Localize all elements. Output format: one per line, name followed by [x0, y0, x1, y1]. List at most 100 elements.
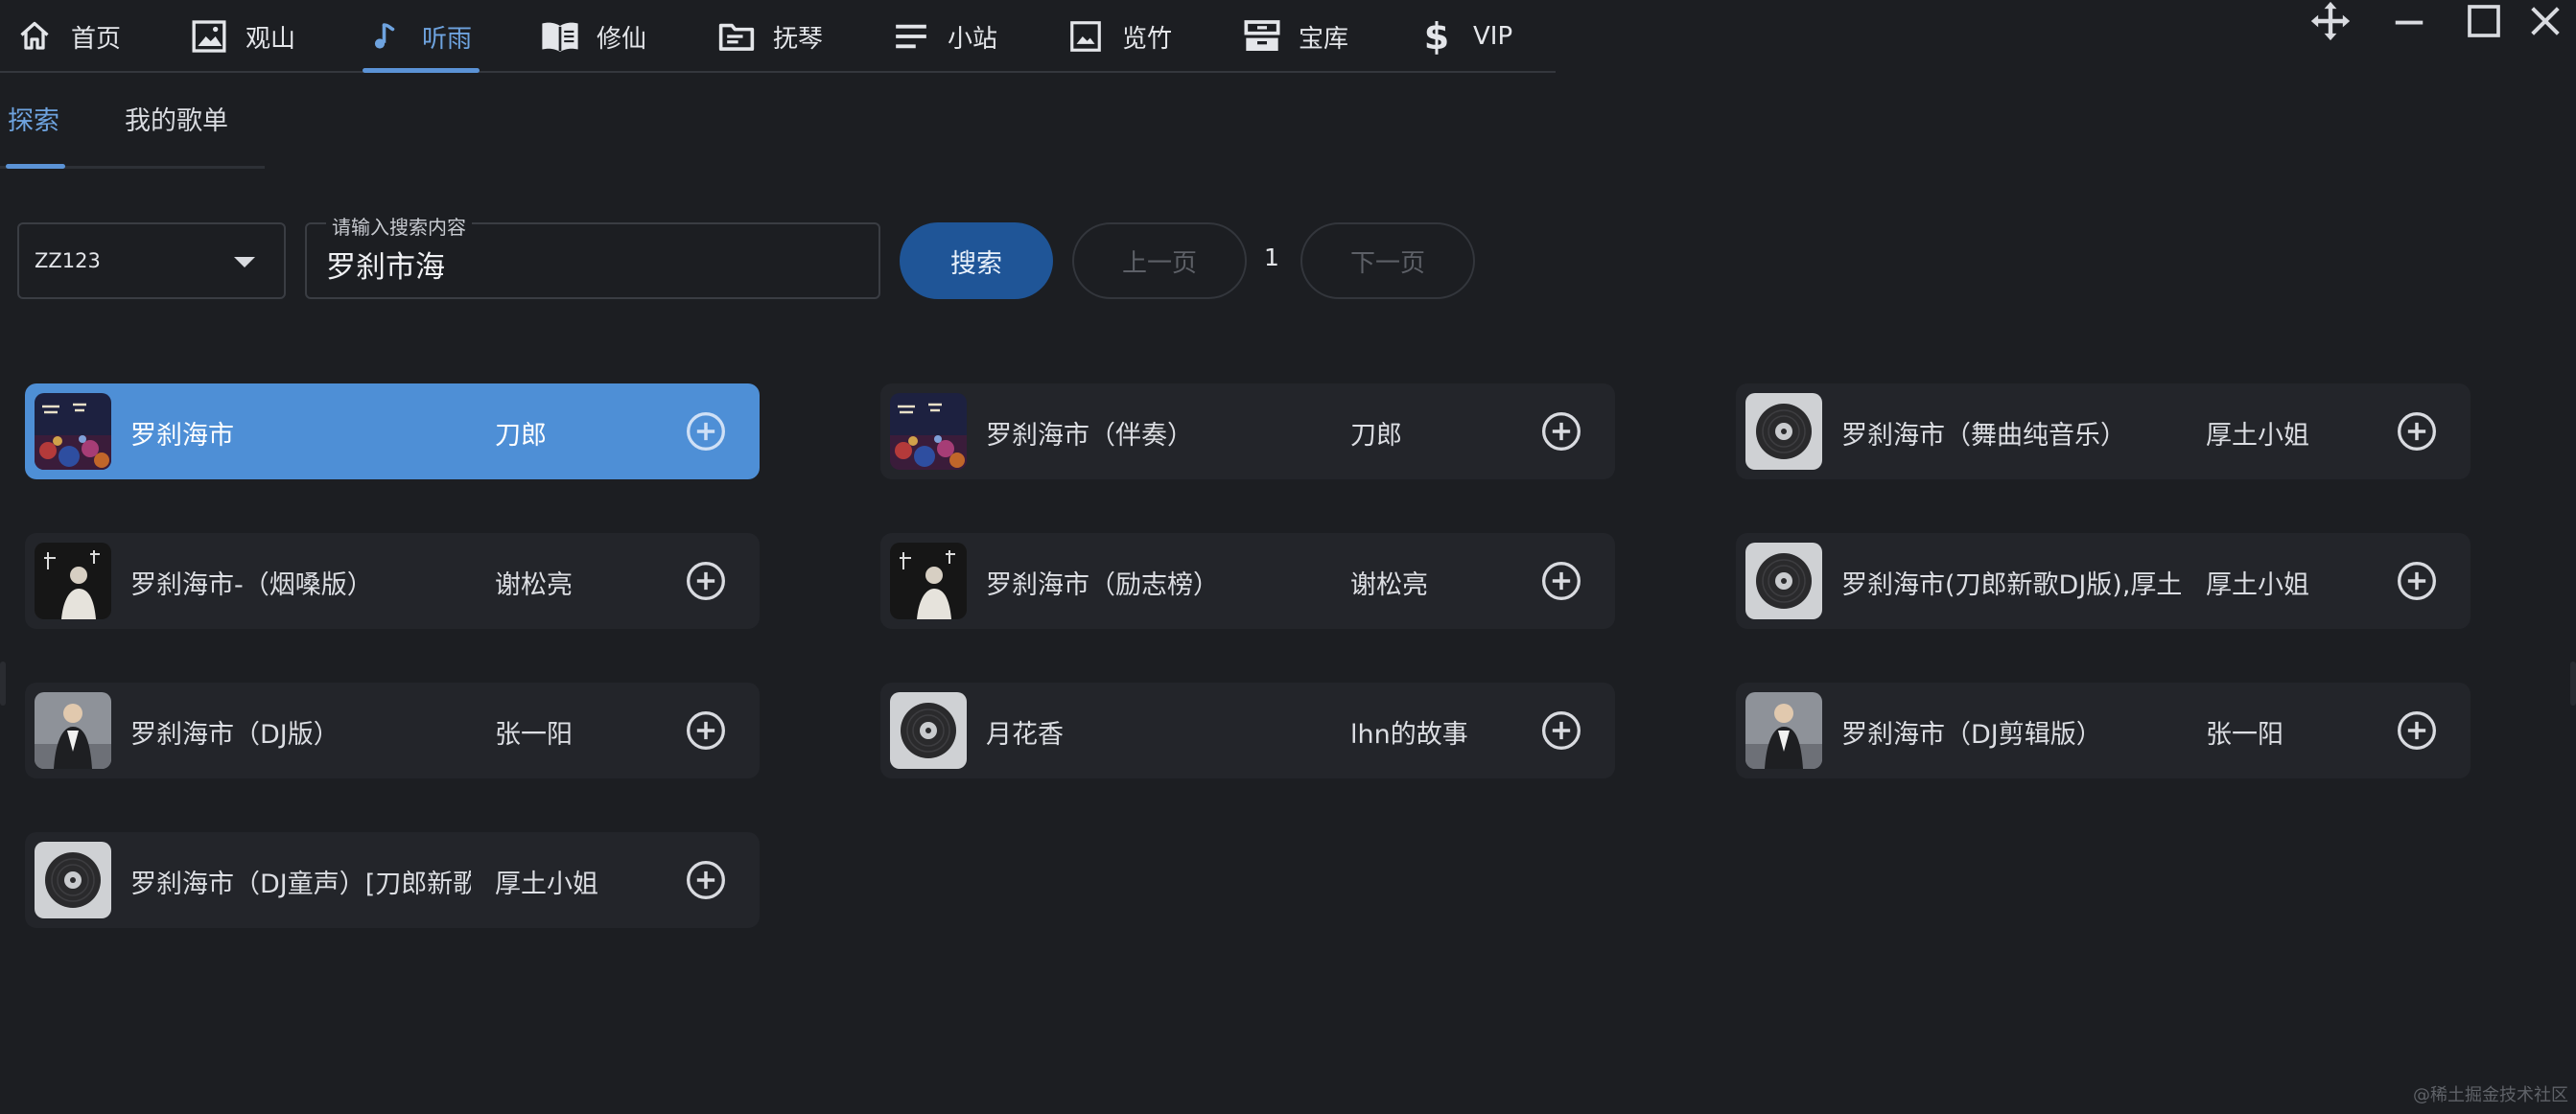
search-field-label: 请输入搜索内容 [326, 212, 472, 240]
nav-active-indicator [363, 68, 480, 73]
nav-item-lanzhu[interactable]: 览竹 [1065, 0, 1172, 73]
add-to-playlist-icon[interactable] [685, 560, 727, 602]
song-card[interactable]: 罗刹海市（励志榜） 谢松亮 [880, 533, 1615, 629]
nav-item-label: 听雨 [422, 24, 473, 54]
song-artist: 张一阳 [2206, 720, 2283, 750]
sub-tab-indicator [6, 164, 65, 169]
menu-lines-icon [890, 15, 932, 58]
source-select-value: ZZ123 [35, 249, 101, 272]
song-artist: 刀郎 [495, 421, 547, 451]
search-field[interactable]: 请输入搜索内容 [305, 212, 880, 299]
scroll-edge-left [0, 661, 6, 706]
song-artist: 谢松亮 [1350, 570, 1428, 600]
song-title: 月花香 [986, 720, 1064, 750]
add-to-playlist-icon[interactable] [685, 709, 727, 752]
song-artist: 厚土小姐 [2206, 421, 2309, 451]
folder-icon [715, 15, 758, 58]
page-number: 1 [1264, 244, 1279, 271]
add-to-playlist-icon[interactable] [1540, 560, 1582, 602]
album-cover [1745, 692, 1822, 769]
song-artist: 刀郎 [1350, 421, 1402, 451]
song-card[interactable]: 罗刹海市（DJ剪辑版） 张一阳 [1736, 683, 2471, 778]
nav-item-label: 首页 [71, 24, 122, 54]
song-title: 罗刹海市（伴奏） [986, 421, 1193, 451]
song-artist: 谢松亮 [495, 570, 573, 600]
nav-item-label: 抚琴 [773, 24, 824, 54]
album-cover [890, 543, 967, 619]
move-icon[interactable] [2302, 0, 2359, 42]
album-cover [1745, 543, 1822, 619]
nav-item-label: 览竹 [1122, 24, 1173, 54]
album-cover [1745, 393, 1822, 470]
music-note-icon [364, 15, 407, 58]
song-title: 罗刹海市（舞曲纯音乐） [1841, 421, 2126, 451]
nav-item-home[interactable]: 首页 [13, 0, 121, 73]
minimize-icon[interactable] [2380, 0, 2438, 42]
close-icon[interactable] [2517, 0, 2574, 42]
song-card[interactable]: 罗刹海市（伴奏） 刀郎 [880, 383, 1615, 479]
song-title: 罗刹海市-（烟嗓版） [130, 570, 373, 600]
album-cover [35, 842, 111, 918]
add-to-playlist-icon[interactable] [2396, 410, 2438, 453]
nav-item-vip[interactable]: $ VIP [1416, 0, 1512, 73]
maximize-icon[interactable] [2455, 0, 2513, 42]
search-input[interactable] [326, 242, 863, 286]
add-to-playlist-icon[interactable] [2396, 560, 2438, 602]
tab-explore[interactable]: 探索 [8, 100, 59, 137]
home-icon [13, 15, 56, 58]
add-to-playlist-icon[interactable] [685, 859, 727, 901]
top-nav: 首页 观山 听雨 修仙 抚琴 小站 览竹 宝库 $ VIP [0, 0, 1556, 73]
source-select[interactable]: ZZ123 [17, 222, 286, 299]
song-artist: 厚土小姐 [495, 870, 598, 899]
album-cover [35, 543, 111, 619]
nav-item-label: 小站 [948, 24, 998, 54]
nav-item-fuqin[interactable]: 抚琴 [715, 0, 823, 73]
nav-item-label: 修仙 [597, 24, 647, 54]
nav-item-xiuxian[interactable]: 修仙 [539, 0, 646, 73]
song-title: 罗刹海市（DJ童声）[刀郎新歌 [130, 870, 471, 899]
song-card[interactable]: 罗刹海市（舞曲纯音乐） 厚土小姐 [1736, 383, 2471, 479]
watermark: @稀土掘金技术社区 [2413, 1085, 2568, 1105]
dollar-icon: $ [1423, 15, 1450, 58]
song-card[interactable]: 月花香 lhn的故事 [880, 683, 1615, 778]
image-icon [188, 15, 230, 58]
picture-icon [1065, 15, 1107, 58]
add-to-playlist-icon[interactable] [1540, 709, 1582, 752]
album-cover [35, 692, 111, 769]
song-card[interactable]: 罗刹海市(刀郎新歌DJ版),厚土 厚土小姐 [1736, 533, 2471, 629]
book-icon [539, 15, 581, 58]
song-card[interactable]: 罗刹海市 刀郎 [25, 383, 760, 479]
music-app-window: 首页 观山 听雨 修仙 抚琴 小站 览竹 宝库 $ VIP 探索 我的歌单 ZZ… [0, 0, 2576, 1114]
song-card[interactable]: 罗刹海市（DJ童声）[刀郎新歌 厚土小姐 [25, 832, 760, 928]
album-cover [35, 393, 111, 470]
tab-my-playlists[interactable]: 我的歌单 [125, 100, 228, 137]
song-title: 罗刹海市 [130, 421, 234, 451]
chevron-down-icon [234, 257, 255, 267]
add-to-playlist-icon[interactable] [1540, 410, 1582, 453]
nav-item-label: 宝库 [1299, 24, 1349, 54]
search-button[interactable]: 搜索 [900, 222, 1053, 299]
album-cover [890, 692, 967, 769]
nav-item-label: VIP [1473, 22, 1513, 51]
song-card[interactable]: 罗刹海市-（烟嗓版） 谢松亮 [25, 533, 760, 629]
song-artist: 厚土小姐 [2206, 570, 2309, 600]
song-card[interactable]: 罗刹海市（DJ版） 张一阳 [25, 683, 760, 778]
album-cover [890, 393, 967, 470]
nav-item-label: 观山 [246, 24, 296, 54]
nav-item-xiaozhan[interactable]: 小站 [890, 0, 997, 73]
storage-icon [1241, 15, 1283, 58]
nav-item-tingyu[interactable]: 听雨 [364, 0, 472, 73]
next-page-button[interactable]: 下一页 [1300, 222, 1475, 299]
sub-tabs: 探索 我的歌单 [0, 92, 265, 169]
song-title: 罗刹海市（DJ剪辑版） [1841, 720, 2102, 750]
nav-item-guanshan[interactable]: 观山 [188, 0, 295, 73]
prev-page-button[interactable]: 上一页 [1072, 222, 1247, 299]
song-title: 罗刹海市(刀郎新歌DJ版),厚土 [1841, 570, 2182, 600]
song-artist: lhn的故事 [1350, 720, 1468, 750]
add-to-playlist-icon[interactable] [685, 410, 727, 453]
add-to-playlist-icon[interactable] [2396, 709, 2438, 752]
song-title: 罗刹海市（DJ版） [130, 720, 340, 750]
nav-item-baoku[interactable]: 宝库 [1241, 0, 1348, 73]
song-artist: 张一阳 [495, 720, 573, 750]
song-title: 罗刹海市（励志榜） [986, 570, 1219, 600]
